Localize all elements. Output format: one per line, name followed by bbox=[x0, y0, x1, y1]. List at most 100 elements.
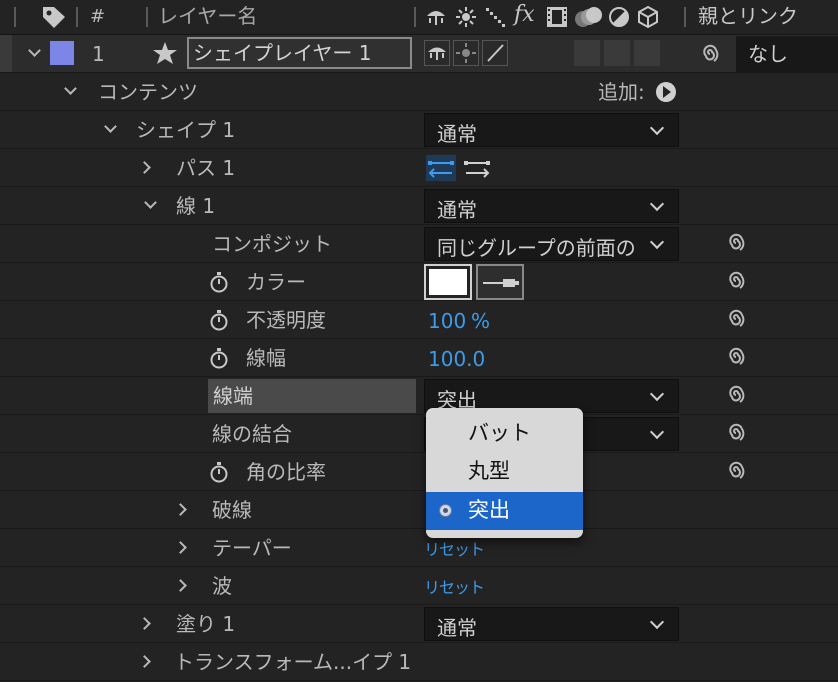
parent-dropdown[interactable]: なし bbox=[736, 36, 838, 72]
frame-blend-icon[interactable] bbox=[546, 6, 568, 28]
contents-expand-chevron-icon[interactable] bbox=[64, 82, 77, 95]
opacity-row[interactable]: 不透明度 100 % bbox=[0, 301, 838, 339]
popup-option-butt[interactable]: バット bbox=[426, 414, 583, 452]
expression-pickwhip-icon[interactable] bbox=[724, 231, 748, 255]
stopwatch-icon[interactable] bbox=[210, 461, 228, 483]
path-direction-reverse-icon[interactable] bbox=[426, 155, 456, 181]
dashes-row[interactable]: 破線 bbox=[0, 491, 838, 529]
layer-name-field[interactable]: シェイプレイヤー 1 bbox=[187, 37, 412, 69]
label-tag-icon[interactable] bbox=[40, 4, 68, 30]
wave-expand-chevron-icon[interactable] bbox=[174, 579, 187, 592]
opacity-value[interactable]: 100 bbox=[428, 309, 466, 333]
path1-expand-chevron-icon[interactable] bbox=[138, 161, 151, 174]
header-separator bbox=[684, 7, 686, 27]
path1-label: パス 1 bbox=[176, 156, 236, 180]
fill1-expand-chevron-icon[interactable] bbox=[138, 617, 151, 630]
stroke-width-value[interactable]: 100.0 bbox=[428, 347, 485, 371]
stroke-color-swatch[interactable] bbox=[424, 264, 472, 300]
wave-reset-link[interactable]: リセット bbox=[424, 576, 485, 600]
fill1-label: 塗り 1 bbox=[176, 612, 236, 636]
miter-limit-label: 角の比率 bbox=[246, 460, 326, 484]
taper-row[interactable]: テーパー リセット bbox=[0, 529, 838, 567]
quality-icon[interactable] bbox=[484, 6, 508, 28]
shy-switch-icon bbox=[428, 47, 446, 60]
layer-name-text: シェイプレイヤー 1 bbox=[193, 41, 372, 65]
number-column-header[interactable]: # bbox=[90, 5, 105, 29]
popup-option-round[interactable]: 丸型 bbox=[426, 453, 583, 491]
stroke1-label: 線 1 bbox=[176, 194, 216, 218]
parent-link-column-header[interactable]: 親とリンク bbox=[698, 4, 798, 28]
layer-switch-box[interactable] bbox=[634, 40, 660, 66]
shape1-row[interactable]: シェイプ 1 通常 bbox=[0, 111, 838, 149]
line-cap-label: 線端 bbox=[213, 384, 253, 408]
pickwhip-spiral-icon[interactable] bbox=[697, 41, 723, 67]
header-separator bbox=[146, 7, 148, 27]
shape1-label: シェイプ 1 bbox=[136, 118, 236, 142]
eyedropper-icon bbox=[483, 279, 519, 287]
selected-radio-icon bbox=[439, 504, 452, 517]
shy-icon[interactable] bbox=[424, 6, 448, 28]
layer-label-color-swatch[interactable] bbox=[50, 41, 74, 65]
layer-row[interactable]: 1 シェイプレイヤー 1 なし bbox=[0, 35, 838, 73]
miter-limit-row[interactable]: 角の比率 bbox=[0, 453, 838, 491]
layer-row-left-gutter bbox=[0, 35, 12, 72]
stroke1-blend-mode-dropdown[interactable]: 通常 bbox=[424, 189, 679, 223]
popup-option-label: 突出 bbox=[468, 498, 510, 522]
layer-switch-box[interactable] bbox=[574, 40, 600, 66]
expression-pickwhip-icon[interactable] bbox=[724, 307, 748, 331]
add-label[interactable]: 追加: bbox=[598, 80, 645, 104]
layer-shy-switch[interactable] bbox=[424, 40, 450, 66]
expression-pickwhip-icon[interactable] bbox=[724, 383, 748, 407]
line-join-row[interactable]: 線の結合 bbox=[0, 415, 838, 453]
expression-pickwhip-icon[interactable] bbox=[724, 421, 748, 445]
shape1-blend-mode-dropdown[interactable]: 通常 bbox=[424, 113, 679, 147]
taper-reset-link[interactable]: リセット bbox=[424, 538, 485, 562]
popup-option-projecting-selected[interactable]: 突出 bbox=[426, 492, 583, 530]
fx-effects-icon[interactable]: fx bbox=[514, 3, 535, 27]
expression-pickwhip-icon[interactable] bbox=[724, 459, 748, 483]
path-direction-forward-icon[interactable] bbox=[462, 155, 492, 181]
layer-expand-chevron-icon[interactable] bbox=[28, 44, 41, 57]
composite-row[interactable]: コンポジット 同じグループの前面の bbox=[0, 225, 838, 263]
stroke-width-row[interactable]: 線幅 100.0 bbox=[0, 339, 838, 377]
parent-dropdown-value: なし bbox=[748, 42, 788, 66]
stopwatch-icon[interactable] bbox=[210, 309, 228, 331]
layer-collapse-switch[interactable] bbox=[453, 40, 479, 66]
wave-row[interactable]: 波 リセット bbox=[0, 567, 838, 605]
stopwatch-icon[interactable] bbox=[210, 347, 228, 369]
quality-slash-icon bbox=[487, 44, 504, 62]
eyedropper-button[interactable] bbox=[476, 264, 524, 300]
stroke1-blend-mode-value: 通常 bbox=[437, 198, 477, 222]
color-row[interactable]: カラー bbox=[0, 263, 838, 301]
3d-layer-cube-icon[interactable] bbox=[636, 5, 660, 29]
transform-label: トランスフォーム...イプ 1 bbox=[174, 650, 412, 674]
layer-name-column-header[interactable]: レイヤー名 bbox=[158, 4, 257, 28]
collapse-switch-icon bbox=[456, 43, 476, 63]
collapse-sun-icon[interactable] bbox=[455, 6, 477, 28]
chevron-down-icon bbox=[649, 120, 665, 136]
contents-row[interactable]: コンテンツ 追加: bbox=[0, 73, 838, 111]
dashes-expand-chevron-icon[interactable] bbox=[174, 503, 187, 516]
transform-expand-chevron-icon[interactable] bbox=[138, 655, 151, 668]
chevron-down-icon bbox=[649, 234, 665, 250]
expression-pickwhip-icon[interactable] bbox=[724, 269, 748, 293]
path1-row[interactable]: パス 1 bbox=[0, 149, 838, 187]
layer-switch-box[interactable] bbox=[604, 40, 630, 66]
layer-quality-switch[interactable] bbox=[482, 40, 508, 66]
line-cap-row[interactable]: 線端 突出 bbox=[0, 377, 838, 415]
transform-row[interactable]: トランスフォーム...イプ 1 bbox=[0, 643, 838, 681]
expression-pickwhip-icon[interactable] bbox=[724, 345, 748, 369]
header-separator bbox=[414, 7, 416, 27]
taper-expand-chevron-icon[interactable] bbox=[174, 541, 187, 554]
stroke1-expand-chevron-icon[interactable] bbox=[144, 196, 157, 209]
stopwatch-icon[interactable] bbox=[210, 271, 228, 293]
popup-option-label: バット bbox=[468, 421, 531, 445]
adjustment-layer-icon[interactable] bbox=[608, 6, 630, 28]
shape1-expand-chevron-icon[interactable] bbox=[104, 120, 117, 133]
motion-blur-icon[interactable] bbox=[574, 5, 604, 29]
fill1-row[interactable]: 塗り 1 通常 bbox=[0, 605, 838, 643]
stroke1-row[interactable]: 線 1 通常 bbox=[0, 187, 838, 225]
add-play-icon[interactable] bbox=[655, 81, 679, 105]
fill1-blend-mode-dropdown[interactable]: 通常 bbox=[424, 607, 679, 641]
composite-dropdown[interactable]: 同じグループの前面の bbox=[424, 227, 679, 261]
